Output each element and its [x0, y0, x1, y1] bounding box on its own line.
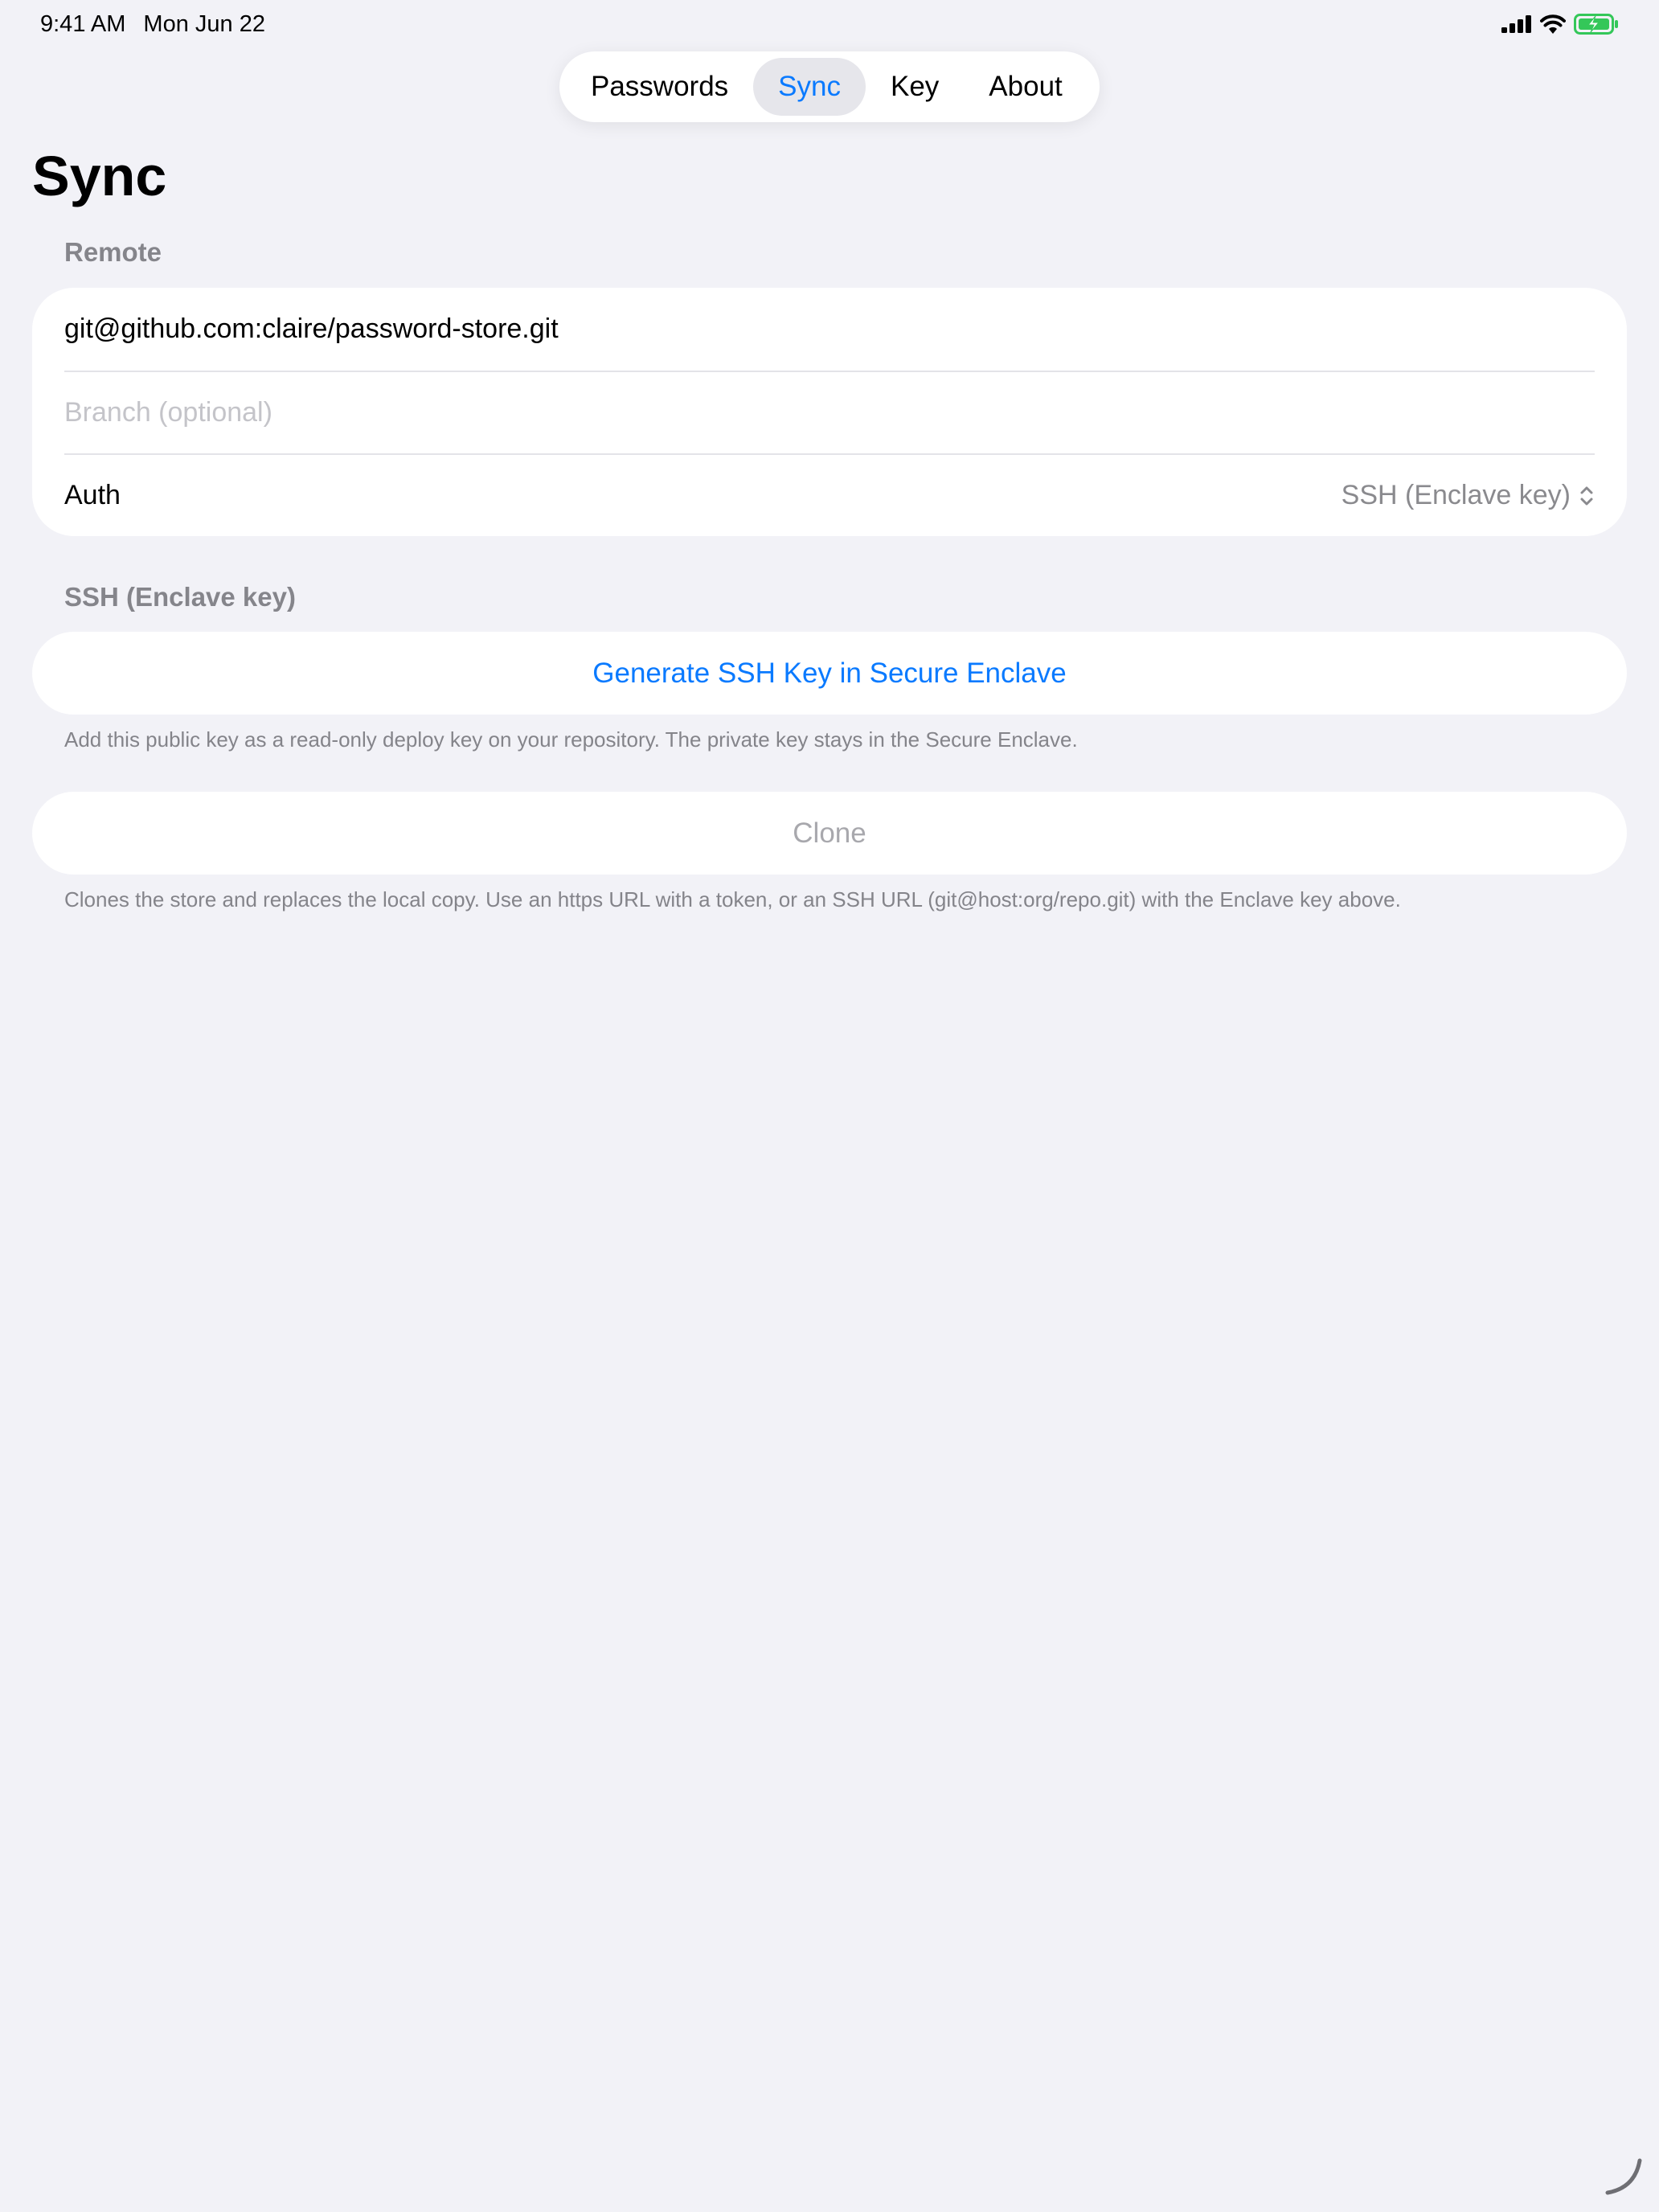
- page-title: Sync: [32, 145, 167, 207]
- branch-field[interactable]: Branch (optional): [64, 371, 1595, 453]
- tab-sync[interactable]: Sync: [753, 58, 866, 116]
- remote-card: git@github.com:claire/password-store.git…: [32, 288, 1627, 536]
- ssh-footer-note: Add this public key as a read-only deplo…: [64, 727, 1078, 752]
- clone-button[interactable]: Clone: [32, 792, 1627, 875]
- auth-row: Auth SSH (Enclave key): [64, 453, 1595, 536]
- wifi-icon: [1540, 14, 1566, 38]
- remote-section-header: Remote: [64, 237, 162, 267]
- branch-placeholder: Branch (optional): [64, 397, 272, 428]
- chevron-up-down-icon: [1580, 486, 1593, 505]
- auth-picker[interactable]: SSH (Enclave key): [1342, 480, 1595, 511]
- remote-url-field[interactable]: git@github.com:claire/password-store.git: [64, 288, 1595, 371]
- tab-bar: Passwords Sync Key About: [559, 51, 1100, 122]
- tab-about[interactable]: About: [964, 58, 1087, 116]
- status-icons: [1501, 13, 1619, 39]
- status-date: Mon Jun 22: [143, 11, 265, 37]
- cellular-signal-icon: [1501, 14, 1532, 37]
- ssh-section-header: SSH (Enclave key): [64, 582, 296, 612]
- status-time-date: 9:41 AM Mon Jun 22: [40, 11, 265, 38]
- status-bar: 9:41 AM Mon Jun 22: [0, 0, 1659, 51]
- tab-passwords[interactable]: Passwords: [566, 58, 753, 116]
- status-time: 9:41 AM: [40, 11, 126, 37]
- auth-label: Auth: [64, 480, 121, 510]
- auth-value: SSH (Enclave key): [1341, 480, 1571, 510]
- generate-ssh-key-button[interactable]: Generate SSH Key in Secure Enclave: [32, 632, 1627, 715]
- resize-handle-icon[interactable]: [1603, 2156, 1645, 2198]
- tab-key[interactable]: Key: [866, 58, 964, 116]
- clone-footer-note: Clones the store and replaces the local …: [64, 887, 1401, 911]
- remote-url-value: git@github.com:claire/password-store.git: [64, 313, 559, 344]
- battery-charging-icon: [1574, 13, 1619, 39]
